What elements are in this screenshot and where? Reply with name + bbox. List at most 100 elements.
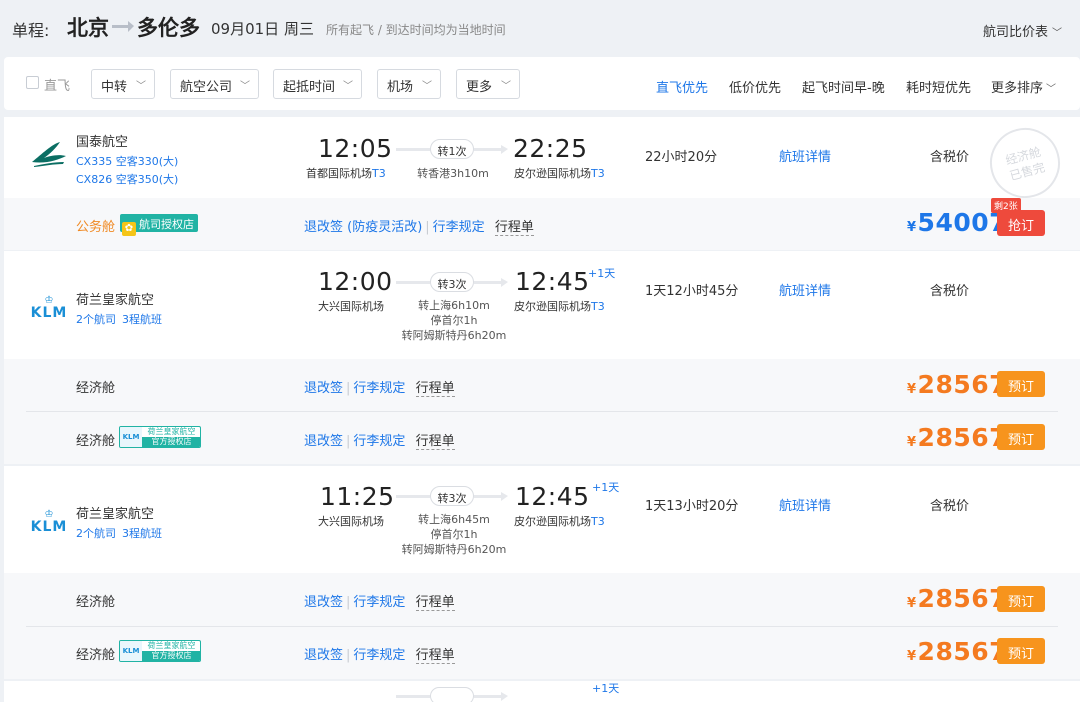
sort-shortest-duration[interactable]: 耗时短优先 [906,77,971,96]
fare-links: 退改签 | 行李规定 行程单 [304,434,455,450]
transit-stop: 转香港3h10m [417,167,489,180]
chevron-down-icon: ﹀ [422,81,432,92]
itinerary-link[interactable]: 行程单 [415,434,455,450]
trip-type-label: 单程: [12,21,50,40]
flight-details-link[interactable]: 航班详情 [779,280,831,299]
arrival-airport: 皮尔逊国际机场T3 [514,513,605,529]
arrival-terminal: T3 [591,515,605,528]
next-day-indicator: +1天 [592,682,620,695]
departure-time: 11:25 [320,482,395,511]
chevron-down-icon: ﹀ [136,81,146,92]
fare-price: ¥28567 [907,370,1007,399]
klm-official-store-badge: KLM 荷兰皇家航空 官方授权店 [119,426,201,448]
stop-count-badge: 转1次 [430,139,474,159]
authorized-store-badge: ✿ 航司授权店 [120,214,198,236]
airlines-count-link[interactable]: 2个航司 [76,311,116,327]
transit-stop: 转阿姆斯特丹6h20m [401,543,507,556]
baggage-rules-link[interactable]: 行李规定 [353,648,405,663]
transit-stop: 停首尔1h [430,528,478,541]
airline-name: 荷兰皇家航空 [76,507,155,522]
cabin-class: 公务舱 [76,220,116,235]
baggage-rules-link[interactable]: 行李规定 [353,434,405,449]
change-refund-link[interactable]: 退改签 (防疫灵活改) [304,220,422,235]
klm-logo-icon: ♔ KLM [30,509,68,535]
change-refund-link[interactable]: 退改签 [304,595,343,610]
price-value: 28567 [917,637,1008,666]
price-value: 28567 [917,423,1008,452]
sort-departure-time[interactable]: 起飞时间早-晚 [802,77,885,96]
filter-transfer-dropdown[interactable]: 中转 ﹀ [91,69,155,99]
book-button[interactable]: 预订 [997,424,1045,450]
stop-count-badge: 转3次 [430,272,474,292]
segments-count-link[interactable]: 3程航班 [122,525,162,541]
itinerary-link[interactable]: 行程单 [415,595,455,611]
direct-only-checkbox[interactable] [26,76,39,89]
arrival-terminal: T3 [591,167,605,180]
baggage-rules-link[interactable]: 行李规定 [353,595,405,610]
currency-symbol: ¥ [907,596,917,611]
currency-symbol: ¥ [907,435,917,450]
badge-label: 航司授权店 [139,218,194,231]
flight-card: +1天 [4,681,1080,702]
cabin-class: 经济舱 [76,434,116,449]
arrival-airport: 皮尔逊国际机场T3 [514,165,605,181]
chevron-down-icon: ﹀ [501,81,511,92]
departure-airport: 大兴国际机场 [318,300,384,313]
next-day-indicator: +1天 [592,481,620,494]
arrival-airport-name: 皮尔逊国际机场 [514,300,591,313]
itinerary-link[interactable]: 行程单 [494,220,534,236]
change-refund-link[interactable]: 退改签 [304,434,343,449]
change-refund-link[interactable]: 退改签 [304,648,343,663]
trip-header: 单程: 北京 多伦多 09月01日 周三 所有起飞 / 到达时间均为当地时间 航… [0,0,1080,56]
chevron-down-icon: ﹀ [1052,28,1062,39]
flight-card: ♔ KLM 荷兰皇家航空 2个航司 3程航班 12:00 大兴国际机场 转3次 转… [4,251,1080,359]
badge-top-text: 荷兰皇家航空 [147,641,196,650]
fare-price: ¥28567 [907,584,1007,613]
to-city: 多伦多 [137,16,200,40]
badge-bottom-text: 官方授权店 [142,437,200,447]
badge-top-text: 荷兰皇家航空 [147,427,196,436]
transit-stop: 转上海6h45m [418,513,490,526]
klm-logo-text: KLM [30,519,68,535]
flight-duration: 1天12小时45分 [645,284,739,299]
itinerary-link[interactable]: 行程单 [415,648,455,664]
filter-more-dropdown[interactable]: 更多 ﹀ [456,69,520,99]
airline-compare-button[interactable]: 航司比价表 ﹀ [983,21,1062,40]
change-refund-link[interactable]: 退改签 [304,381,343,396]
filter-airport-dropdown[interactable]: 机场 ﹀ [377,69,441,99]
arrival-airport: 皮尔逊国际机场T3 [514,298,605,314]
filter-time-dropdown[interactable]: 起抵时间 ﹀ [273,69,362,99]
transit-info: 转香港3h10m [402,166,504,181]
flight-details-link[interactable]: 航班详情 [779,146,831,165]
itinerary-link[interactable]: 行程单 [415,381,455,397]
sort-lowest-price[interactable]: 低价优先 [729,77,781,96]
next-day-indicator: +1天 [588,267,616,280]
book-button[interactable]: 预订 [997,586,1045,612]
baggage-rules-link[interactable]: 行李规定 [353,381,405,396]
departure-airport-name: 首都国际机场 [306,167,372,180]
chevron-down-icon: ﹀ [240,81,250,92]
cabin-class: 经济舱 [76,595,116,610]
filter-airline-dropdown[interactable]: 航空公司 ﹀ [170,69,259,99]
book-button[interactable]: 预订 [997,638,1045,664]
from-city: 北京 [67,16,109,40]
flight-number-link[interactable]: CX826 空客350(大) [76,171,178,187]
flight-number-link[interactable]: CX335 空客330(大) [76,153,178,169]
segments-count-link[interactable]: 3程航班 [122,311,162,327]
fare-links: 退改签 | 行李规定 行程单 [304,648,455,664]
sort-direct-first[interactable]: 直飞优先 [656,77,708,96]
flight-details-link[interactable]: 航班详情 [779,495,831,514]
airlines-count-link[interactable]: 2个航司 [76,525,116,541]
baggage-rules-link[interactable]: 行李规定 [433,220,485,235]
book-now-button[interactable]: 抢订 [997,210,1045,236]
badge-bottom-text: 官方授权店 [142,651,200,661]
tax-included-label: 含税价 [930,284,970,299]
departure-time: 12:00 [318,267,393,296]
book-button[interactable]: 预订 [997,371,1045,397]
airline-name: 荷兰皇家航空 [76,293,155,308]
price-value: 28567 [917,370,1008,399]
flight-card: ♔ KLM 荷兰皇家航空 2个航司 3程航班 11:25 大兴国际机场 转3次 转… [4,466,1080,573]
sort-more-options[interactable]: 更多排序 ﹀ [991,77,1056,96]
transit-info: 转上海6h45m 停首尔1h 转阿姆斯特丹6h20m [394,512,514,557]
filter-label: 机场 [387,80,414,95]
